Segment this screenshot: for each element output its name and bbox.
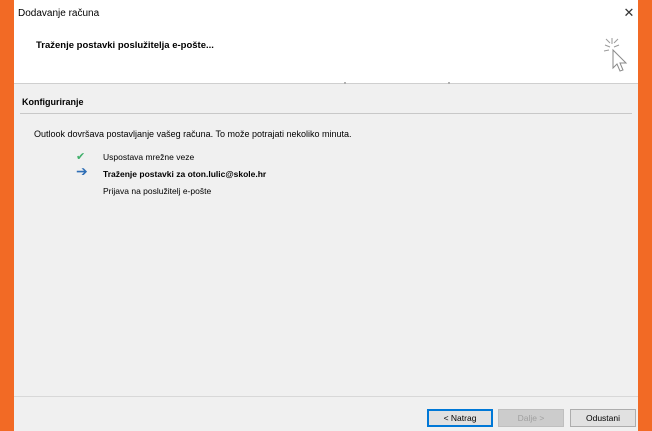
window-title: Dodavanje računa	[18, 8, 100, 19]
back-button[interactable]: < Natrag	[427, 409, 493, 427]
progress-indicator	[14, 82, 638, 84]
step-label: Prijava na poslužitelj e-pošte	[103, 186, 212, 196]
step-item: ✔ Uspostava mrežne veze	[76, 151, 476, 165]
next-button[interactable]: Dalje >	[498, 409, 564, 427]
step-item: ➔ Traženje postavki za oton.lulic@skole.…	[76, 163, 476, 182]
progress-dot	[448, 82, 450, 84]
arrow-right-icon: ➔	[76, 163, 88, 179]
sparkle-cursor-icon	[603, 38, 628, 72]
section-divider	[20, 113, 632, 114]
step-label: Uspostava mrežne veze	[103, 152, 195, 162]
close-icon[interactable]: ✕	[620, 4, 638, 22]
step-item: Prijava na poslužitelj e-pošte	[76, 185, 476, 199]
wizard-header: Traženje postavki poslužitelja e-pošte..…	[14, 28, 638, 84]
account-setup-dialog: Dodavanje računa ✕ Traženje postavki pos…	[14, 0, 638, 431]
footer-divider	[14, 396, 638, 397]
section-title: Konfiguriranje	[22, 97, 84, 107]
step-placeholder	[76, 185, 92, 199]
page-heading: Traženje postavki poslužitelja e-pošte..…	[36, 40, 214, 51]
progress-dot	[344, 82, 346, 84]
step-label: Traženje postavki za oton.lulic@skole.hr	[103, 169, 267, 179]
title-bar: Dodavanje računa ✕	[14, 0, 638, 28]
intro-text: Outlook dovršava postavljanje vašeg raču…	[34, 129, 352, 139]
cancel-button[interactable]: Odustani	[570, 409, 636, 427]
